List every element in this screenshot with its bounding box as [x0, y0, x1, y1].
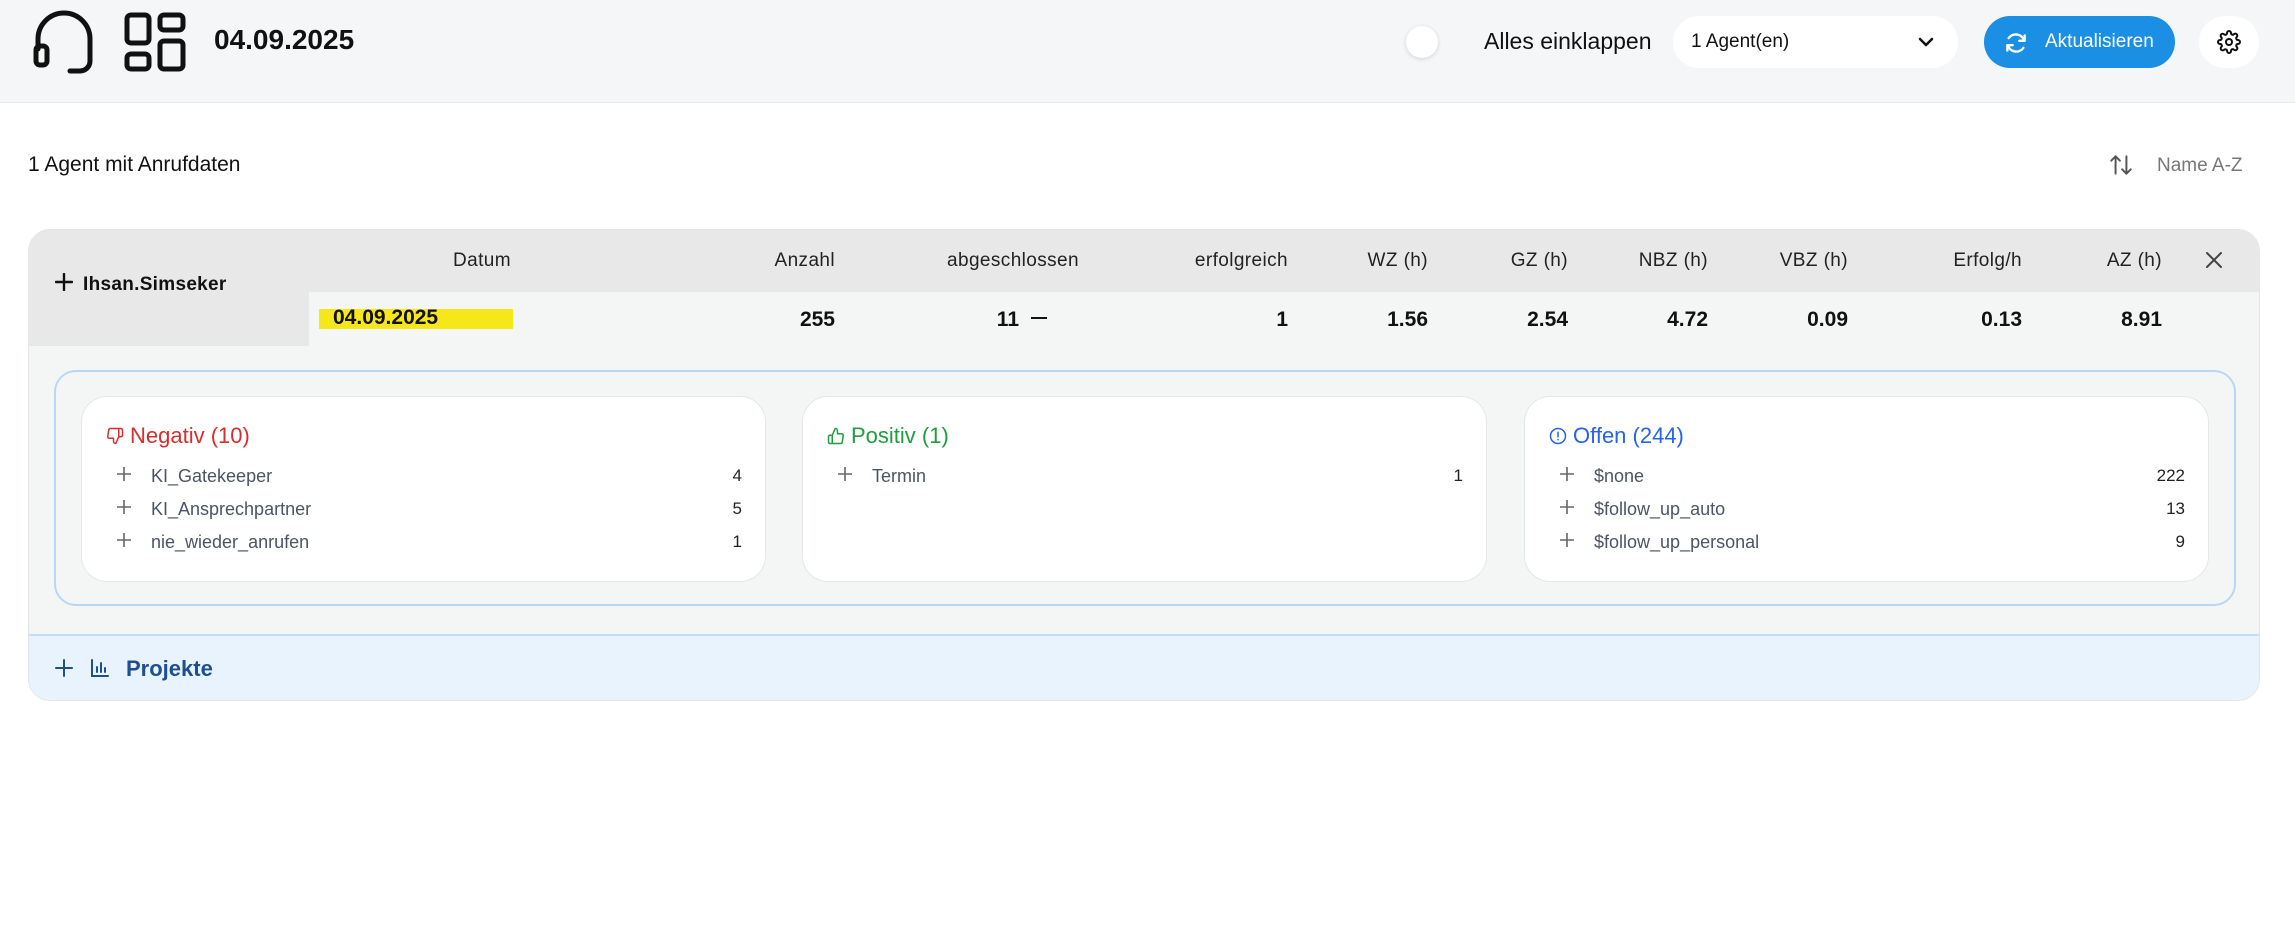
refresh-button[interactable]: Aktualisieren — [1984, 16, 2175, 68]
table-header-row — [29, 230, 2259, 292]
list-item-count: 4 — [732, 466, 742, 485]
column-header-vbz: VBZ (h) — [1779, 250, 1848, 271]
list-item[interactable]: Termin 1 — [837, 463, 1463, 493]
column-header-wz: WZ (h) — [1367, 250, 1428, 271]
list-item-count: 13 — [2166, 499, 2185, 518]
offen-card: Offen (244) $none 222 $follow_up_auto 13… — [1524, 396, 2209, 582]
list-item-label: KI_Ansprechpartner — [151, 499, 312, 519]
list-item-count: 9 — [2175, 532, 2185, 551]
column-header-anzahl: Anzahl — [774, 250, 835, 271]
row-az: 8.91 — [2121, 308, 2162, 331]
list-item-count: 222 — [2156, 466, 2185, 485]
plus-icon[interactable] — [116, 532, 132, 548]
gear-icon — [2217, 30, 2241, 54]
column-header-erfolg-h: Erfolg/h — [1953, 250, 2022, 271]
negativ-card: Negativ (10) KI_Gatekeeper 4 KI_Ansprech… — [81, 396, 766, 582]
row-vbz: 0.09 — [1807, 308, 1848, 331]
plus-icon[interactable] — [116, 466, 132, 482]
sort-icon[interactable] — [2108, 152, 2134, 178]
agent-name: Ihsan.Simseker — [83, 274, 227, 295]
agent-select-value: 1 Agent(en) — [1691, 31, 1790, 52]
positiv-title: Positiv (1) — [851, 423, 949, 448]
agent-select[interactable]: 1 Agent(en) — [1673, 16, 1958, 68]
row-erfolgreich: 1 — [1276, 308, 1288, 331]
negativ-title: Negativ (10) — [130, 423, 250, 448]
list-item[interactable]: KI_Gatekeeper 4 — [116, 463, 742, 493]
refresh-icon — [2006, 33, 2026, 53]
row-abgeschlossen: 11 — [996, 308, 1019, 331]
projects-toggle[interactable]: Projekte — [29, 634, 2259, 700]
list-item-label: $follow_up_personal — [1594, 532, 1760, 552]
list-item-label: KI_Gatekeeper — [151, 466, 273, 486]
column-header-erfolgreich: erfolgreich — [1194, 250, 1288, 271]
list-item[interactable]: KI_Ansprechpartner 5 — [116, 496, 742, 526]
bar-chart-icon — [91, 659, 109, 677]
row-anzahl: 255 — [799, 308, 835, 331]
list-item[interactable]: nie_wieder_anrufen 1 — [116, 529, 742, 559]
agent-cell[interactable]: Ihsan.Simseker — [29, 230, 309, 346]
column-header-az: AZ (h) — [2106, 250, 2162, 271]
outcome-panel: Negativ (10) KI_Gatekeeper 4 KI_Ansprech… — [54, 370, 2236, 606]
list-item-label: nie_wieder_anrufen — [151, 532, 310, 552]
plus-icon[interactable] — [1559, 499, 1575, 515]
list-item[interactable]: $follow_up_auto 13 — [1559, 496, 2185, 526]
expand-plus-icon[interactable] — [55, 273, 73, 291]
list-item[interactable]: $follow_up_personal 9 — [1559, 529, 2185, 559]
row-nbz: 4.72 — [1667, 308, 1708, 331]
collapse-all-toggle[interactable] — [1406, 26, 1438, 58]
list-item-label: $follow_up_auto — [1594, 499, 1726, 519]
agent-card: Ihsan.Simseker Datum Anzahl abgeschlosse… — [28, 229, 2260, 701]
plus-icon[interactable] — [1559, 532, 1575, 548]
list-item-label: $none — [1594, 466, 1645, 486]
positiv-card: Positiv (1) Termin 1 — [802, 396, 1487, 582]
expand-plus-icon[interactable] — [55, 659, 73, 677]
list-item-count: 1 — [732, 532, 742, 551]
column-header-gz: GZ (h) — [1510, 250, 1568, 271]
thumbs-down-icon — [107, 427, 124, 445]
plus-icon[interactable] — [1559, 466, 1575, 482]
collapse-all-label: Alles einklappen — [1484, 28, 1652, 54]
column-header-nbz: NBZ (h) — [1638, 250, 1708, 271]
column-header-datum: Datum — [453, 250, 511, 271]
headset-icon[interactable] — [32, 9, 96, 75]
current-date: 04.09.2025 — [214, 24, 355, 55]
chevron-down-icon — [1918, 37, 1934, 47]
thumbs-up-icon — [827, 427, 844, 445]
list-item-count: 5 — [732, 499, 742, 518]
column-header-abgeschlossen: abgeschlossen — [947, 250, 1079, 271]
refresh-label: Aktualisieren — [2045, 31, 2154, 52]
list-item[interactable]: $none 222 — [1559, 463, 2185, 493]
row-gz: 2.54 — [1527, 308, 1568, 331]
top-bar: 04.09.2025 Alles einklappen 1 Agent(en) … — [0, 0, 2295, 103]
sort-label[interactable]: Name A-Z — [2157, 155, 2243, 177]
agent-count-label: 1 Agent mit Anrufdaten — [28, 153, 241, 176]
row-datum: 04.09.2025 — [333, 306, 439, 329]
dashboard-grid-icon[interactable] — [124, 12, 186, 72]
close-icon[interactable] — [2204, 250, 2224, 270]
row-erfolg-h: 0.13 — [1981, 308, 2022, 331]
plus-icon[interactable] — [116, 499, 132, 515]
offen-title: Offen (244) — [1573, 423, 1684, 448]
plus-icon[interactable] — [837, 466, 853, 482]
collapse-minus-button[interactable] — [1031, 317, 1047, 319]
settings-button[interactable] — [2199, 16, 2259, 68]
list-item-label: Termin — [872, 466, 927, 486]
info-circle-icon — [1549, 427, 1567, 445]
projects-label: Projekte — [126, 656, 213, 681]
list-item-count: 1 — [1453, 466, 1463, 485]
row-wz: 1.56 — [1387, 308, 1428, 331]
